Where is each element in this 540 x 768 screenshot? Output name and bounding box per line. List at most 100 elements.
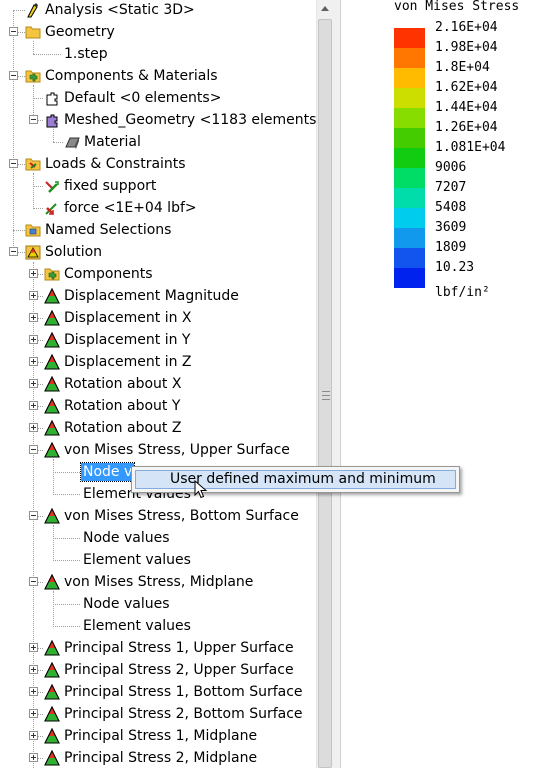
tree-item-vm-bottom-node-values[interactable]: Node values (0, 527, 316, 549)
result-icon (44, 728, 60, 744)
tree-item-displacement-x[interactable]: Displacement in X (0, 307, 316, 329)
tree-item-geometry-file[interactable]: 1.step (0, 43, 316, 65)
tree-item-analysis[interactable]: Analysis <Static 3D> (0, 0, 316, 21)
tree-item-principal-2-upper[interactable]: Principal Stress 2, Upper Surface (0, 659, 316, 681)
expand-toggle[interactable] (29, 709, 38, 718)
legend-swatch (394, 188, 425, 208)
tree-item-loads-constraints[interactable]: Loads & Constraints (0, 153, 316, 175)
tree-item-rotation-x[interactable]: Rotation about X (0, 373, 316, 395)
tree-item-vm-bottom-element-values[interactable]: Element values (0, 549, 316, 571)
tree-item-fixed-support[interactable]: fixed support (0, 175, 316, 197)
collapse-toggle[interactable] (9, 247, 18, 256)
expand-toggle[interactable] (29, 401, 38, 410)
legend-value: 7207 (435, 180, 467, 195)
legend-swatch (394, 268, 425, 288)
result-icon (44, 398, 60, 414)
expand-toggle[interactable] (29, 291, 38, 300)
fixed-support-icon (45, 181, 59, 193)
expand-toggle[interactable] (29, 313, 38, 322)
tree-item-meshed-geometry[interactable]: Meshed_Geometry <1183 elements lir (0, 109, 316, 131)
named-selection-icon (25, 222, 41, 238)
expand-toggle[interactable] (29, 423, 38, 432)
grip-icon (322, 391, 330, 400)
tree-item-label: von Mises Stress, Midplane (64, 574, 254, 590)
tree-item-force[interactable]: force <1E+04 lbf> (0, 197, 316, 219)
tree-item-label: Node v (79, 462, 136, 482)
menu-item-user-defined-max-min[interactable]: User defined maximum and minimum (135, 470, 456, 489)
expand-toggle[interactable] (29, 643, 38, 652)
force-icon (45, 203, 57, 215)
tree-item-label: Components & Materials (45, 68, 218, 84)
tree-item-principal-1-upper[interactable]: Principal Stress 1, Upper Surface (0, 637, 316, 659)
legend-value: 1809 (435, 240, 467, 255)
tree-item-principal-1-bottom[interactable]: Principal Stress 1, Bottom Surface (0, 681, 316, 703)
tree-item-label: 1.step (64, 46, 108, 62)
collapse-toggle[interactable] (29, 511, 38, 520)
expand-toggle[interactable] (29, 269, 38, 278)
legend-value: 1.081E+04 (435, 140, 506, 155)
tree-item-vm-bottom[interactable]: von Mises Stress, Bottom Surface (0, 505, 316, 527)
tree-item-rotation-z[interactable]: Rotation about Z (0, 417, 316, 439)
tree-item-solution[interactable]: Solution (0, 241, 316, 263)
stress-legend: von Mises Stress 2.16E+04 1.98E+04 1.8E+04… (341, 0, 540, 768)
result-icon (44, 310, 60, 326)
scroll-up-arrow-icon[interactable] (317, 0, 334, 17)
expand-toggle[interactable] (29, 753, 38, 762)
tree-item-material[interactable]: Material (0, 131, 316, 153)
tree-item-label: Displacement in X (64, 310, 192, 326)
tree-item-principal-2-mid[interactable]: Principal Stress 2, Midplane (0, 747, 316, 768)
tree-item-displacement-magnitude[interactable]: Displacement Magnitude (0, 285, 316, 307)
tree-item-vm-mid[interactable]: von Mises Stress, Midplane (0, 571, 316, 593)
component-icon (46, 114, 58, 128)
tree-item-label: Node values (83, 596, 170, 612)
result-icon (44, 354, 60, 370)
collapse-toggle[interactable] (29, 445, 38, 454)
collapse-toggle[interactable] (29, 115, 38, 124)
expand-toggle[interactable] (29, 665, 38, 674)
collapse-toggle[interactable] (9, 159, 18, 168)
result-icon (44, 442, 60, 458)
tree-item-principal-1-mid[interactable]: Principal Stress 1, Midplane (0, 725, 316, 747)
tree-item-label: Rotation about X (64, 376, 182, 392)
tree-item-label: force <1E+04 lbf> (64, 200, 197, 216)
tree-item-label: Analysis <Static 3D> (45, 2, 195, 18)
legend-value: 5408 (435, 200, 467, 215)
tree-item-label: von Mises Stress, Bottom Surface (64, 508, 299, 524)
legend-value: 9006 (435, 160, 467, 175)
legend-swatch (394, 88, 425, 108)
legend-swatch (394, 168, 425, 188)
tree-item-rotation-y[interactable]: Rotation about Y (0, 395, 316, 417)
tree-item-principal-2-bottom[interactable]: Principal Stress 2, Bottom Surface (0, 703, 316, 725)
collapse-toggle[interactable] (29, 577, 38, 586)
tree-item-named-selections[interactable]: Named Selections (0, 219, 316, 241)
tree-item-label: Displacement in Y (64, 332, 191, 348)
tree-item-vm-upper[interactable]: von Mises Stress, Upper Surface (0, 439, 316, 461)
context-menu: User defined maximum and minimum (131, 466, 460, 493)
legend-value: 3609 (435, 220, 467, 235)
expand-toggle[interactable] (29, 335, 38, 344)
legend-value: 1.62E+04 (435, 80, 498, 95)
tree-item-vm-mid-element-values[interactable]: Element values (0, 615, 316, 637)
folder-icon (25, 24, 41, 40)
tree-item-label: Element values (83, 618, 191, 634)
tree-item-default-component[interactable]: Default <0 elements> (0, 87, 316, 109)
collapse-toggle[interactable] (9, 71, 18, 80)
scroll-thumb[interactable] (318, 19, 332, 768)
expand-toggle[interactable] (29, 357, 38, 366)
panel-splitter[interactable] (334, 0, 341, 768)
expand-toggle[interactable] (29, 379, 38, 388)
tree-item-displacement-y[interactable]: Displacement in Y (0, 329, 316, 351)
tree-item-vm-mid-node-values[interactable]: Node values (0, 593, 316, 615)
legend-swatch (394, 48, 425, 68)
tree-item-label: Named Selections (45, 222, 172, 238)
tree-item-components-materials[interactable]: Components & Materials (0, 65, 316, 87)
tree-item-displacement-z[interactable]: Displacement in Z (0, 351, 316, 373)
tree-item-label: Solution (45, 244, 103, 260)
component-icon (44, 266, 60, 282)
tree-item-solution-components[interactable]: Components (0, 263, 316, 285)
tree-item-geometry[interactable]: Geometry (0, 21, 316, 43)
expand-toggle[interactable] (29, 731, 38, 740)
vertical-scrollbar[interactable] (316, 0, 334, 768)
collapse-toggle[interactable] (9, 27, 18, 36)
expand-toggle[interactable] (29, 687, 38, 696)
